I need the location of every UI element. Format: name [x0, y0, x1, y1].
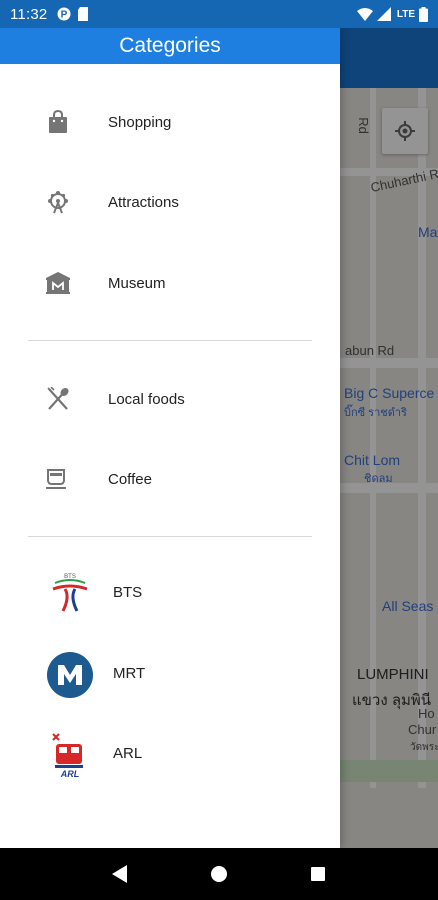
category-label: Museum	[108, 274, 166, 292]
category-item-coffee[interactable]: Coffee	[0, 451, 340, 507]
svg-text:P: P	[61, 10, 68, 21]
category-label: Shopping	[108, 113, 172, 131]
p-icon: P	[57, 7, 71, 21]
battery-icon	[419, 6, 428, 22]
category-item-museum[interactable]: Museum	[0, 255, 340, 311]
system-nav-bar	[0, 848, 438, 900]
drawer-header: Categories	[0, 28, 340, 64]
drawer-title: Categories	[119, 34, 221, 57]
coffee-cup-icon	[44, 465, 72, 493]
status-time: 11:32	[10, 5, 48, 23]
category-label: Local foods	[108, 390, 185, 408]
transit-item-mrt[interactable]: MRT	[0, 647, 340, 703]
category-label: Coffee	[108, 470, 152, 488]
transit-item-arl[interactable]: ARL ARL	[0, 727, 340, 783]
wifi-icon	[356, 7, 373, 21]
recents-button[interactable]	[298, 854, 338, 894]
category-label: Attractions	[108, 193, 179, 211]
back-triangle-icon	[111, 865, 127, 883]
category-item-shopping[interactable]: Shopping	[0, 94, 340, 150]
recents-square-icon	[311, 867, 326, 881]
transit-label: BTS	[113, 584, 143, 601]
transit-item-bts[interactable]: BTS BTS	[0, 566, 340, 622]
shopping-bag-icon	[44, 108, 72, 136]
svg-text:ARL: ARL	[60, 769, 80, 779]
sd-card-icon	[78, 7, 89, 21]
categories-drawer: Categories Shopping Attractions Museum L…	[0, 28, 340, 848]
transit-label: MRT	[113, 665, 146, 682]
museum-icon	[44, 269, 72, 297]
transit-label: ARL	[113, 745, 143, 762]
signal-icon	[376, 7, 391, 21]
category-item-local-foods[interactable]: Local foods	[0, 371, 340, 427]
utensils-icon	[44, 385, 72, 413]
bts-logo: BTS	[44, 568, 96, 620]
mrt-logo	[44, 649, 96, 701]
network-type: LTE	[396, 8, 415, 20]
back-button[interactable]	[100, 854, 140, 894]
divider	[28, 340, 312, 341]
divider	[28, 536, 312, 537]
status-bar: 11:32 P LTE	[0, 0, 438, 28]
arl-logo: ARL	[44, 729, 96, 781]
home-button[interactable]	[199, 854, 239, 894]
home-circle-icon	[210, 866, 227, 882]
category-item-attractions[interactable]: Attractions	[0, 174, 340, 230]
ferris-wheel-icon	[44, 188, 72, 216]
